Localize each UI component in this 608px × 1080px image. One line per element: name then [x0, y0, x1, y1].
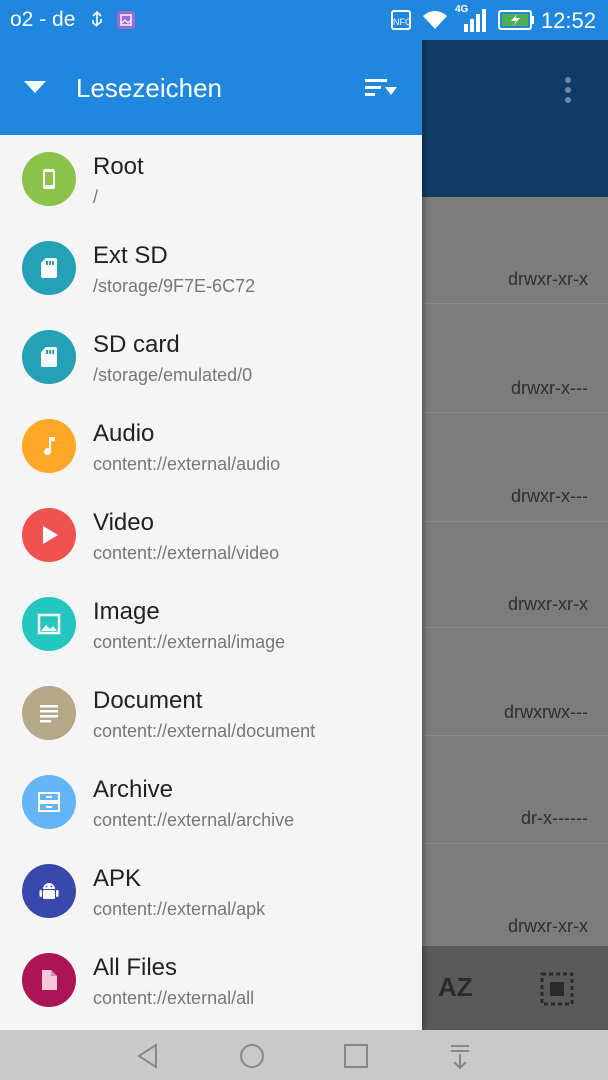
- bookmark-label: Root: [93, 153, 144, 180]
- recent-apps-icon[interactable]: [342, 1042, 370, 1070]
- file-row[interactable]: drwxr-xr-x: [422, 522, 608, 628]
- bookmark-label: APK: [93, 865, 142, 892]
- file-icon: [22, 953, 76, 1007]
- bookmark-path: content://external/all: [93, 988, 255, 1008]
- status-bar: o2 - de NFC 4G 12:52: [0, 0, 608, 40]
- bookmark-list: Root / Ext SD /storage/9F7E-6C72 SD card…: [0, 135, 422, 1025]
- archive-icon: [22, 775, 76, 829]
- bookmark-video[interactable]: Video content://external/video: [0, 491, 422, 580]
- file-permissions: drwxr-x---: [511, 378, 588, 398]
- file-permissions: drwxr-xr-x: [508, 594, 588, 614]
- bookmark-label: Image: [93, 598, 160, 625]
- bookmark-archive[interactable]: Archive content://external/archive: [0, 758, 422, 847]
- bookmark-label: Video: [93, 509, 154, 536]
- bookmark-apk[interactable]: APK content://external/apk: [0, 847, 422, 936]
- sd-card-icon: [22, 330, 76, 384]
- bookmark-label: Archive: [93, 776, 174, 803]
- sort-az-button[interactable]: AZ: [438, 972, 473, 1003]
- more-options-icon[interactable]: [556, 72, 580, 108]
- music-note-icon: [22, 419, 76, 473]
- sort-icon[interactable]: [364, 76, 398, 100]
- wifi-icon: [423, 11, 447, 29]
- carrier-label: o2 - de: [10, 8, 76, 31]
- bookmark-label: All Files: [93, 954, 178, 981]
- notification-pulldown-icon[interactable]: [446, 1042, 474, 1070]
- signal-icon: [464, 9, 486, 32]
- file-permissions: dr-x------: [521, 808, 588, 828]
- image-icon: [22, 597, 76, 651]
- file-row[interactable]: drwxr-x---: [422, 304, 608, 413]
- bookmark-label: SD card: [93, 331, 180, 358]
- file-permissions: drwxr-xr-x: [508, 269, 588, 289]
- file-row[interactable]: drwxr-x---: [422, 413, 608, 522]
- file-row[interactable]: drwxr-xr-x: [422, 844, 608, 946]
- bookmark-label: Ext SD: [93, 242, 168, 269]
- bookmark-path: content://external/apk: [93, 899, 266, 919]
- bookmark-label: Audio: [93, 420, 155, 447]
- back-icon[interactable]: [134, 1042, 162, 1070]
- android-icon: [22, 864, 76, 918]
- file-row[interactable]: drwxr-xr-x: [422, 197, 608, 304]
- bookmark-path: content://external/video: [93, 543, 280, 563]
- file-permissions: drwxr-x---: [511, 486, 588, 506]
- file-row[interactable]: dr-x------: [422, 736, 608, 844]
- clock: 12:52: [540, 8, 596, 33]
- home-icon[interactable]: [238, 1042, 266, 1070]
- bookmark-path: content://external/audio: [93, 454, 281, 474]
- bookmark-path: content://external/document: [93, 721, 316, 741]
- bookmark-path: /: [93, 187, 99, 207]
- bookmark-path: /storage/emulated/0: [93, 365, 253, 385]
- phone-icon: [22, 152, 76, 206]
- usb-icon: [92, 10, 102, 27]
- bookmark-path: /storage/9F7E-6C72: [93, 276, 256, 296]
- gallery-notification-icon: [117, 11, 135, 29]
- bookmark-label: Document: [93, 687, 203, 714]
- nfc-icon: NFC: [391, 10, 412, 30]
- dropdown-arrow-icon[interactable]: [24, 81, 46, 93]
- drawer-header: Lesezeichen: [0, 40, 422, 135]
- play-icon: [22, 508, 76, 562]
- battery-charging-icon: [498, 10, 534, 30]
- file-row[interactable]: drwxrwx---: [422, 628, 608, 736]
- bookmarks-drawer: Lesezeichen Root / Ext SD /storage/9F7E-…: [0, 0, 422, 1030]
- bookmark-all-files[interactable]: All Files content://external/all: [0, 936, 422, 1025]
- sd-card-icon: [22, 241, 76, 295]
- bookmark-path: content://external/image: [93, 632, 286, 652]
- file-permissions: drwxr-xr-x: [508, 916, 588, 936]
- bookmark-path: content://external/archive: [93, 810, 295, 830]
- bookmark-audio[interactable]: Audio content://external/audio: [0, 402, 422, 491]
- bookmark-sd-card[interactable]: SD card /storage/emulated/0: [0, 313, 422, 402]
- system-navigation-bar: [0, 1030, 608, 1080]
- bookmark-document[interactable]: Document content://external/document: [0, 669, 422, 758]
- select-all-icon[interactable]: [540, 972, 574, 1006]
- document-icon: [22, 686, 76, 740]
- bookmark-ext-sd[interactable]: Ext SD /storage/9F7E-6C72: [0, 224, 422, 313]
- bookmark-root[interactable]: Root /: [0, 135, 422, 224]
- drawer-title: Lesezeichen: [76, 73, 222, 103]
- bookmark-image[interactable]: Image content://external/image: [0, 580, 422, 669]
- file-permissions: drwxrwx---: [504, 702, 588, 722]
